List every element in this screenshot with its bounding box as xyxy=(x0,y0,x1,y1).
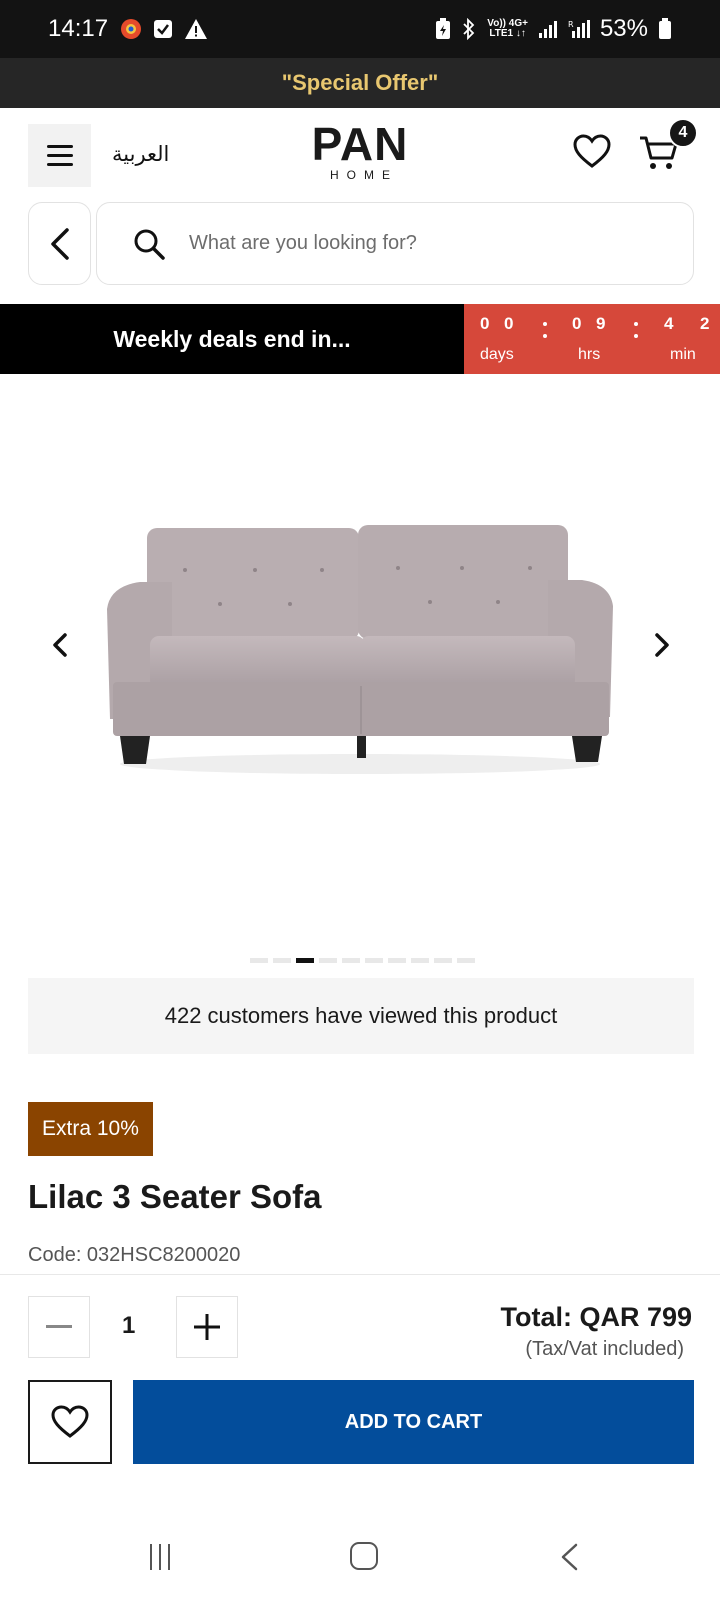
search-icon xyxy=(134,229,165,260)
status-right-icons: Vo)) 4G+ LTE1 ↓↑ R 53% xyxy=(435,0,672,58)
add-to-cart-button[interactable]: ADD TO CART xyxy=(133,1380,694,1464)
product-image-carousel[interactable] xyxy=(0,374,720,934)
svg-text:R: R xyxy=(568,20,574,29)
search-bar[interactable] xyxy=(96,202,694,285)
recent-apps-line xyxy=(150,1544,152,1570)
menu-icon-line xyxy=(46,145,73,148)
product-code: Code: 032HSC8200020 xyxy=(28,1244,241,1266)
quantity-decrease-button[interactable] xyxy=(28,1296,90,1358)
quantity-value: 1 xyxy=(122,1312,136,1339)
deals-label-panel: Weekly deals end in... xyxy=(0,304,464,374)
carousel-dot[interactable] xyxy=(342,958,360,963)
app-notification-icon xyxy=(121,19,142,39)
countdown-hrs-label: hrs xyxy=(578,346,601,363)
carousel-dot-active[interactable] xyxy=(296,958,314,963)
bluetooth-icon xyxy=(463,18,475,40)
site-header: العربية PAN HOME xyxy=(0,108,720,198)
cart-count-badge[interactable]: 4 xyxy=(668,118,698,148)
recent-apps-line xyxy=(168,1544,170,1570)
status-time: 14:17 xyxy=(48,15,109,42)
product-image xyxy=(107,525,613,774)
battery-saver-icon xyxy=(436,18,451,39)
countdown-hrs-digit: 9 xyxy=(596,314,606,333)
minus-icon xyxy=(46,1325,72,1328)
countdown-timer: 0 0 0 9 4 2 days hrs min xyxy=(464,304,720,374)
carousel-pagination xyxy=(250,958,475,963)
network-type: Vo)) 4G+ LTE1 ↓↑ xyxy=(487,19,528,39)
wishlist-heart-icon[interactable] xyxy=(572,132,612,172)
recent-apps-line xyxy=(159,1544,161,1570)
status-bar: 14:17 Vo)) 4G+ LTE1 ↓↑ R 53% xyxy=(0,0,720,58)
countdown-separator xyxy=(634,322,638,342)
logo-main-text: PAN xyxy=(311,118,409,170)
carousel-dot[interactable] xyxy=(319,958,337,963)
logo-sub-text: HOME xyxy=(330,168,398,182)
menu-button[interactable] xyxy=(28,124,91,187)
carousel-dot[interactable] xyxy=(434,958,452,963)
signal-icon xyxy=(538,21,557,38)
countdown-min-digit: 2 xyxy=(700,314,710,333)
language-switch-link[interactable]: العربية xyxy=(112,142,169,166)
plus-icon xyxy=(194,1314,220,1340)
chevron-left-icon xyxy=(50,227,69,260)
countdown-hrs-digit: 0 xyxy=(572,314,582,333)
heart-icon xyxy=(51,1405,89,1438)
tax-note: (Tax/Vat included) xyxy=(525,1338,684,1360)
chevron-left-icon xyxy=(53,633,67,657)
countdown-days-digit: 0 xyxy=(480,314,490,333)
recent-apps-icon[interactable] xyxy=(150,1544,176,1570)
discount-badge: Extra 10% xyxy=(28,1102,153,1156)
warning-icon xyxy=(185,19,208,39)
viewed-count-notice: 422 customers have viewed this product xyxy=(28,978,694,1054)
search-input[interactable] xyxy=(189,232,609,255)
carousel-next-button[interactable] xyxy=(642,625,682,665)
add-to-wishlist-button[interactable] xyxy=(28,1380,112,1464)
viewed-count-text: 422 customers have viewed this product xyxy=(164,1003,558,1028)
menu-icon-line xyxy=(46,163,73,166)
carousel-dot[interactable] xyxy=(411,958,429,963)
battery-icon xyxy=(659,18,671,39)
carousel-dot[interactable] xyxy=(365,958,383,963)
product-title: Lilac 3 Seater Sofa xyxy=(28,1178,322,1215)
deals-label: Weekly deals end in... xyxy=(113,325,351,352)
battery-percent: 53% xyxy=(599,15,648,42)
menu-icon-line xyxy=(46,154,73,157)
countdown-min-digit: 4 xyxy=(664,314,674,333)
roaming-signal-icon: R xyxy=(568,20,590,38)
countdown-min-label: min xyxy=(670,346,696,363)
chevron-right-icon xyxy=(655,633,669,657)
promo-text: "Special Offer" xyxy=(281,70,439,95)
checkbox-notification-icon xyxy=(154,20,173,38)
back-button[interactable] xyxy=(28,202,91,285)
weekly-deals-bar[interactable]: Weekly deals end in... 0 0 0 9 4 2 days … xyxy=(0,304,720,374)
system-navigation-bar xyxy=(0,1490,720,1600)
system-back-icon[interactable] xyxy=(556,1542,584,1572)
countdown-separator xyxy=(543,322,547,342)
total-price: Total: QAR 799 xyxy=(500,1302,692,1332)
countdown-days-digit: 0 xyxy=(504,314,514,333)
status-left-icons xyxy=(120,18,208,40)
promo-banner[interactable]: "Special Offer" xyxy=(0,58,720,108)
home-icon[interactable] xyxy=(350,1542,378,1570)
countdown-days-label: days xyxy=(480,346,514,363)
carousel-dot[interactable] xyxy=(457,958,475,963)
carousel-dot[interactable] xyxy=(250,958,268,963)
carousel-prev-button[interactable] xyxy=(40,625,80,665)
quantity-increase-button[interactable] xyxy=(176,1296,238,1358)
carousel-dot[interactable] xyxy=(273,958,291,963)
divider xyxy=(0,1274,720,1275)
brand-logo[interactable]: PAN HOME xyxy=(290,118,430,182)
carousel-dot[interactable] xyxy=(388,958,406,963)
network-bottom-label: LTE1 ↓↑ xyxy=(489,28,526,39)
